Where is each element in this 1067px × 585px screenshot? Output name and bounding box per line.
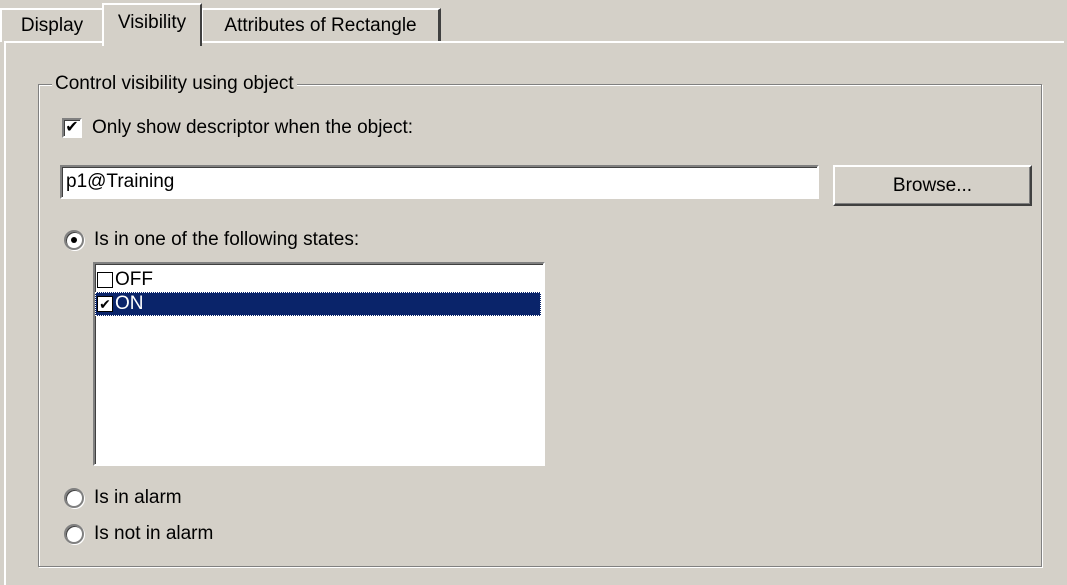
radio-is-in-alarm[interactable]: Is in alarm	[64, 487, 182, 509]
browse-button[interactable]: Browse...	[833, 165, 1032, 206]
list-item-off[interactable]: OFF	[95, 268, 541, 292]
radio-unselected-icon[interactable]	[64, 524, 84, 544]
tab-strip: Display Visibility Attributes of Rectang…	[0, 0, 1067, 46]
radio-in-states[interactable]: Is in one of the following states:	[64, 229, 359, 251]
tab-visibility[interactable]: Visibility	[102, 3, 202, 46]
tab-display[interactable]: Display	[0, 8, 104, 42]
radio-is-in-alarm-label: Is in alarm	[94, 487, 182, 508]
tab-attributes-label: Attributes of Rectangle	[224, 15, 417, 36]
only-show-descriptor-checkbox[interactable]: ✔ Only show descriptor when the object:	[62, 117, 413, 139]
checkbox-checked-icon[interactable]: ✔	[62, 118, 82, 138]
checkmark-icon: ✔	[99, 296, 111, 312]
tab-display-label: Display	[20, 15, 84, 36]
states-listbox[interactable]: OFF ✔ ON	[93, 262, 545, 466]
tab-attributes-of-rectangle[interactable]: Attributes of Rectangle	[201, 8, 441, 42]
browse-button-label: Browse...	[892, 174, 973, 196]
list-item-off-label: OFF	[115, 269, 153, 290]
checkmark-icon: ✔	[65, 119, 79, 136]
only-show-descriptor-label: Only show descriptor when the object:	[92, 117, 414, 138]
list-item-on[interactable]: ✔ ON	[95, 292, 541, 316]
radio-is-not-in-alarm-label: Is not in alarm	[94, 523, 214, 544]
tab-visibility-label: Visibility	[117, 12, 187, 33]
radio-in-states-label: Is in one of the following states:	[94, 229, 360, 250]
list-item-on-label: ON	[115, 293, 144, 314]
radio-selected-icon[interactable]	[64, 230, 84, 250]
object-name-field[interactable]: p1@Training	[60, 165, 819, 199]
groupbox-title: Control visibility using object	[52, 72, 297, 96]
radio-unselected-icon[interactable]	[64, 488, 84, 508]
radio-is-not-in-alarm[interactable]: Is not in alarm	[64, 523, 213, 545]
checked-box-icon[interactable]: ✔	[97, 296, 113, 312]
unchecked-box-icon[interactable]	[97, 272, 113, 288]
object-name-value: p1@Training	[66, 171, 175, 192]
